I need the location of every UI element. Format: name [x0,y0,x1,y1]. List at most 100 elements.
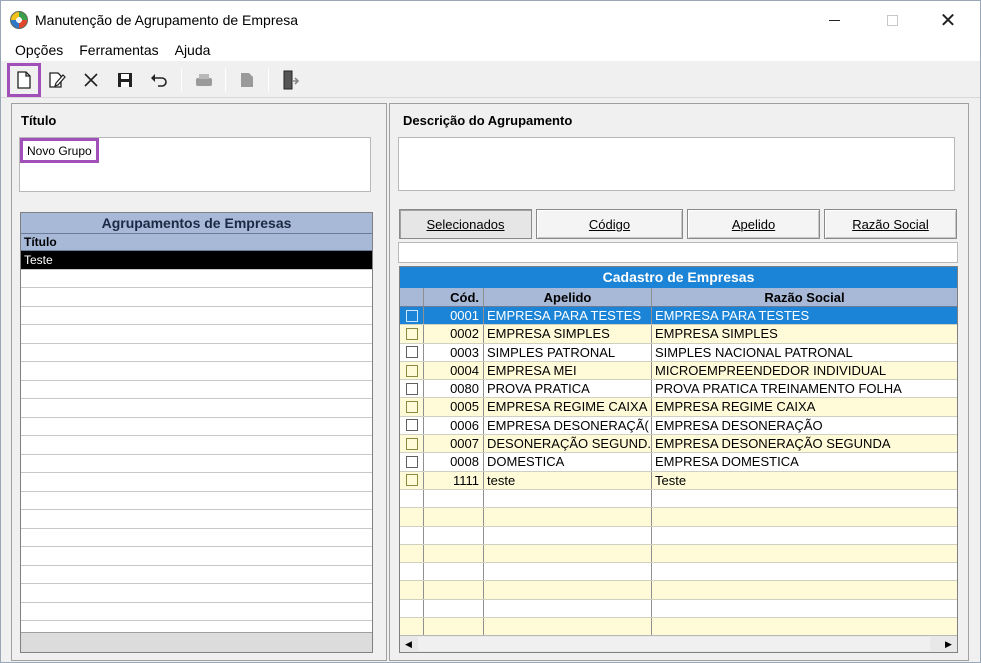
cadastro-empresas-title: Cadastro de Empresas [400,267,957,288]
row-check-cell[interactable] [400,508,424,526]
table-row[interactable]: 0005 EMPRESA REGIME CAIXA EMPRESA REGIME C… [400,398,957,417]
row-check-cell[interactable] [400,471,424,489]
row-check-cell[interactable] [400,325,424,343]
table-row[interactable] [400,581,957,600]
list-item[interactable] [21,270,372,288]
list-item[interactable] [21,399,372,418]
table-row[interactable]: 0004 EMPRESA MEI MICROEMPREENDEDOR INDIVID… [400,361,957,381]
list-item[interactable] [21,584,372,603]
close-button[interactable]: ✕ [925,1,971,39]
row-check-cell[interactable] [400,343,424,361]
menu-opcoes[interactable]: Opções [7,42,71,58]
selecionados-button[interactable]: Selecionados [399,209,532,239]
table-row[interactable] [400,508,957,527]
table-row[interactable] [400,489,957,509]
list-item[interactable] [21,288,372,307]
scroll-left-icon[interactable]: ◀ [400,636,417,652]
scroll-right-icon[interactable]: ▶ [940,636,957,652]
row-check-cell[interactable] [400,581,424,599]
apelido-cell [484,581,652,599]
row-check-cell[interactable] [400,526,424,544]
agrupamentos-column-titulo[interactable]: Título [21,234,372,251]
row-check-cell[interactable] [400,307,424,325]
print-button[interactable] [191,67,217,93]
checkbox[interactable] [405,437,418,450]
checkbox[interactable] [405,309,418,322]
row-check-cell[interactable] [400,489,424,508]
list-item[interactable]: Teste [21,251,372,270]
column-razao-social[interactable]: Razão Social [652,288,957,306]
menu-ajuda[interactable]: Ajuda [167,42,219,58]
list-item[interactable] [21,566,372,584]
razao-social-button[interactable]: Razão Social [824,209,957,239]
search-input[interactable] [398,242,958,263]
horizontal-scrollbar[interactable]: ◀ ▶ [400,635,957,652]
row-check-cell[interactable] [400,599,424,618]
row-check-cell[interactable] [400,544,424,563]
list-item[interactable] [21,325,372,344]
list-item[interactable] [21,418,372,436]
table-row[interactable]: 0001 EMPRESA PARA TESTES EMPRESA PARA TEST… [400,307,957,326]
checkbox[interactable] [405,419,418,432]
maximize-button[interactable] [869,1,915,39]
checkbox[interactable] [405,474,418,487]
column-apelido[interactable]: Apelido [484,288,652,306]
checkbox[interactable] [405,401,418,414]
list-item[interactable] [21,455,372,473]
table-row[interactable]: 1111 teste Teste [400,471,957,490]
list-item[interactable] [21,344,372,362]
list-item[interactable] [21,436,372,455]
save-button[interactable] [112,67,138,93]
table-row[interactable] [400,526,957,545]
list-item[interactable] [21,603,372,621]
row-check-cell[interactable] [400,453,424,471]
edit-button[interactable] [44,67,70,93]
table-row[interactable] [400,563,957,582]
exit-button[interactable] [277,67,303,93]
menu-ferramentas[interactable]: Ferramentas [71,42,166,58]
column-codigo[interactable]: Cód. [424,288,484,306]
table-row[interactable]: 0080 PROVA PRATICA PROVA PRATICA TREINAMEN… [400,380,957,399]
row-check-cell[interactable] [400,380,424,398]
list-item[interactable] [21,510,372,529]
table-row[interactable]: 0007 DESONERAÇÃO SEGUND. EMPRESA DESONERAÇ… [400,435,957,454]
table-row[interactable] [400,599,957,619]
table-row[interactable]: 0008 DOMESTICA EMPRESA DOMESTICA [400,453,957,472]
list-item[interactable] [21,547,372,566]
checkbox[interactable] [405,456,418,469]
row-check-cell[interactable] [400,416,424,435]
codigo-cell [424,489,484,508]
apelido-cell [484,508,652,526]
list-item[interactable] [21,473,372,492]
codigo-button[interactable]: Código [536,209,683,239]
row-check-cell[interactable] [400,398,424,416]
copy-button[interactable] [234,67,260,93]
apelido-button[interactable]: Apelido [687,209,820,239]
list-item[interactable] [21,381,372,399]
list-item[interactable] [21,492,372,510]
table-row[interactable]: 0006 EMPRESA DESONERAÇÃ(EMPRESA DESONERAÇ… [400,416,957,436]
table-row[interactable] [400,544,957,564]
checkbox[interactable] [405,327,418,340]
scrollbar-thumb[interactable] [418,637,930,651]
undo-button[interactable] [146,67,172,93]
table-row[interactable] [400,618,957,637]
table-row[interactable]: 0003 SIMPLES PATRONAL SIMPLES NACIONAL PAT… [400,343,957,362]
list-item[interactable] [21,307,372,325]
checkbox[interactable] [405,382,418,395]
row-check-cell[interactable] [400,361,424,380]
checkbox[interactable] [405,364,418,377]
row-check-cell[interactable] [400,563,424,581]
row-check-cell[interactable] [400,435,424,453]
titulo-input[interactable]: Novo Grupo [20,138,99,163]
descricao-input[interactable] [398,137,955,191]
table-row[interactable]: 0002 EMPRESA SIMPLES EMPRESA SIMPLES [400,325,957,344]
list-item[interactable] [21,529,372,547]
checkbox[interactable] [405,346,418,359]
minimize-button[interactable] [811,1,857,39]
delete-button[interactable] [78,67,104,93]
razao-social-cell: MICROEMPREENDEDOR INDIVIDUAL [655,362,887,378]
row-check-cell[interactable] [400,618,424,636]
new-button[interactable] [7,63,41,97]
list-item[interactable] [21,362,372,381]
